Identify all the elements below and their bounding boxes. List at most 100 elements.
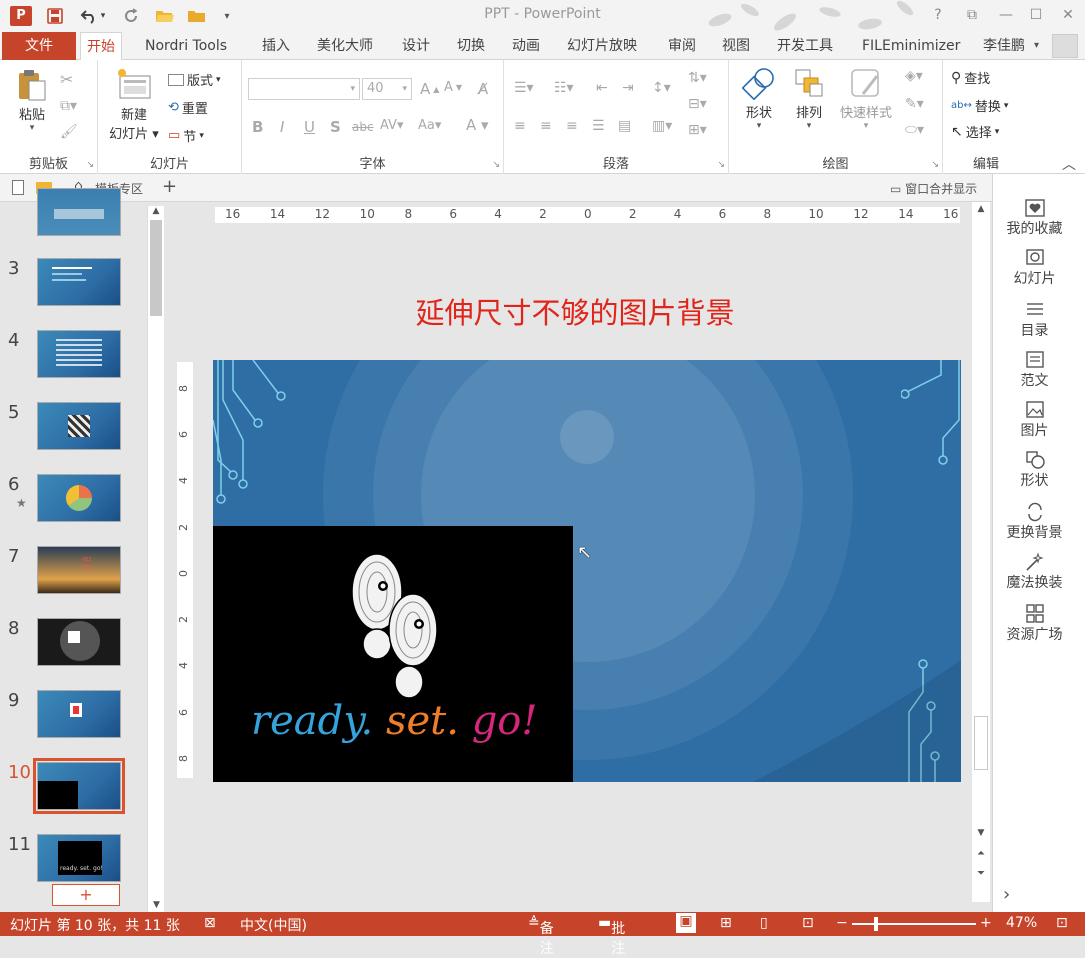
- quick-style-button[interactable]: 快速样式 ▾: [833, 66, 899, 131]
- reset-button[interactable]: ⟲ 重置: [168, 98, 208, 117]
- copy-icon[interactable]: ⧉▾: [60, 98, 77, 114]
- clear-format-icon[interactable]: A̸: [478, 80, 488, 98]
- layout-button[interactable]: 版式 ▾: [168, 70, 221, 89]
- slide-canvas[interactable]: ready. set. go!: [213, 360, 961, 782]
- text-direction-icon[interactable]: ⇅▾: [688, 70, 707, 86]
- comments-button[interactable]: ▬ 批注: [598, 915, 625, 957]
- slide-panel-scrollbar[interactable]: ▲ ▼: [147, 206, 164, 912]
- sample-item[interactable]: 范文: [993, 350, 1076, 390]
- scroll-down-icon[interactable]: ▼: [148, 900, 165, 910]
- slide-sorter-icon[interactable]: ⊞: [720, 915, 732, 931]
- add-slide-button[interactable]: +: [52, 884, 120, 906]
- tab-beautify[interactable]: 美化大师: [311, 32, 379, 60]
- zoom-out-icon[interactable]: −: [836, 915, 848, 931]
- slide-thumbnail[interactable]: [37, 618, 121, 666]
- shape-button[interactable]: 形状 ▾: [735, 66, 783, 131]
- help-button[interactable]: ?: [924, 4, 952, 26]
- ribbon-display-button[interactable]: ⧉: [958, 4, 986, 26]
- zoom-level[interactable]: 47%: [1006, 915, 1037, 931]
- smartart-icon[interactable]: ⊞▾: [688, 122, 707, 138]
- shadow-icon[interactable]: S: [330, 118, 341, 136]
- scroll-up-icon[interactable]: ▲: [972, 204, 990, 214]
- tab-view[interactable]: 视图: [716, 32, 756, 60]
- tab-home[interactable]: 开始: [80, 32, 122, 61]
- slide-row-9[interactable]: 9: [0, 690, 145, 750]
- ready-set-go-image[interactable]: ready. set. go!: [213, 526, 573, 782]
- grow-font-icon[interactable]: A ▲: [420, 80, 439, 98]
- new-doc-icon[interactable]: [12, 180, 24, 195]
- next-slide-icon[interactable]: ⏷: [972, 868, 990, 879]
- align-right-icon[interactable]: ≡: [566, 118, 578, 134]
- format-painter-icon[interactable]: 🖌: [60, 124, 78, 140]
- font-name-combo[interactable]: ▾: [248, 78, 360, 100]
- user-dropdown-icon[interactable]: ▾: [1034, 40, 1039, 51]
- reading-view-icon[interactable]: ▯: [760, 915, 768, 931]
- slide-row-10[interactable]: 10: [0, 758, 145, 822]
- shape-effects-icon[interactable]: ⬭▾: [905, 122, 924, 138]
- slide-thumbnail-selected[interactable]: [33, 758, 125, 814]
- slide-thumbnail[interactable]: [37, 474, 121, 522]
- merge-windows-button[interactable]: ▭ 窗口合并显示: [890, 180, 977, 197]
- justify-icon[interactable]: ☰: [592, 118, 605, 134]
- numbering-icon[interactable]: ☷▾: [554, 80, 574, 96]
- resource-square-item[interactable]: 资源广场: [993, 604, 1076, 644]
- slide-thumbnail[interactable]: [37, 258, 121, 306]
- slide-thumbnail[interactable]: 002 003: [37, 546, 121, 594]
- char-spacing-icon[interactable]: AV▾: [380, 118, 403, 133]
- paragraph-launcher-icon[interactable]: ↘: [717, 160, 725, 170]
- spelling-icon[interactable]: ⊠: [204, 915, 216, 931]
- cut-icon[interactable]: ✂: [60, 70, 73, 89]
- line-spacing-icon[interactable]: ↕▾: [652, 80, 671, 96]
- slide-row-5[interactable]: 5: [0, 402, 145, 462]
- slides-item[interactable]: 幻灯片: [993, 248, 1076, 288]
- tab-transitions[interactable]: 切换: [451, 32, 491, 60]
- bullets-icon[interactable]: ☰▾: [514, 80, 534, 96]
- shape-outline-icon[interactable]: ✎▾: [905, 96, 924, 112]
- slide-thumbnail[interactable]: [37, 188, 121, 236]
- slide-row-4[interactable]: 4: [0, 330, 145, 390]
- slideshow-icon[interactable]: ⊡: [802, 915, 814, 931]
- tab-animations[interactable]: 动画: [506, 32, 546, 60]
- scroll-thumb[interactable]: [150, 220, 162, 316]
- notes-button[interactable]: ≜ 备注: [528, 915, 554, 957]
- picture-item[interactable]: 图片: [993, 400, 1076, 440]
- shrink-font-icon[interactable]: A ▼: [444, 80, 462, 95]
- slide-row-7[interactable]: 7 002 003: [0, 546, 145, 606]
- tab-file[interactable]: 文件: [2, 32, 76, 60]
- tab-insert[interactable]: 插入: [256, 32, 296, 60]
- align-text-icon[interactable]: ⊟▾: [688, 96, 707, 112]
- tab-design[interactable]: 设计: [396, 32, 436, 60]
- italic-icon[interactable]: I: [280, 118, 284, 136]
- align-left-icon[interactable]: ≡: [514, 118, 526, 134]
- slide-thumbnail[interactable]: ready. set. go!: [37, 834, 121, 882]
- fit-slide-icon[interactable]: ⊡: [1056, 915, 1068, 931]
- add-tab-button[interactable]: +: [162, 176, 177, 197]
- avatar[interactable]: [1052, 34, 1078, 58]
- new-slide-button[interactable]: 新建 幻灯片 ▾: [104, 68, 164, 142]
- tab-developer[interactable]: 开发工具: [771, 32, 839, 60]
- arrange-button[interactable]: 排列 ▾: [785, 66, 833, 131]
- section-button[interactable]: ▭ 节 ▾: [168, 126, 204, 145]
- align-center-icon[interactable]: ≡: [540, 118, 552, 134]
- distribute-icon[interactable]: ▤: [618, 118, 631, 134]
- expand-pane-icon[interactable]: ›: [1003, 884, 1010, 905]
- tab-fileminimizer[interactable]: FILEminimizer: [856, 32, 966, 60]
- scroll-down-icon[interactable]: ▼: [972, 828, 990, 838]
- scroll-up-icon[interactable]: ▲: [148, 206, 164, 216]
- drawing-launcher-icon[interactable]: ↘: [931, 160, 939, 170]
- slide-row-6[interactable]: 6 ★: [0, 474, 145, 534]
- bold-icon[interactable]: B: [252, 118, 263, 136]
- maximize-button[interactable]: ☐: [1022, 4, 1050, 26]
- zoom-in-icon[interactable]: +: [980, 915, 992, 931]
- font-launcher-icon[interactable]: ↘: [492, 160, 500, 170]
- collapse-ribbon-icon[interactable]: ︿: [1062, 154, 1076, 174]
- slide-thumbnail[interactable]: [37, 402, 121, 450]
- language-indicator[interactable]: 中文(中国): [240, 915, 307, 935]
- slide-thumbnail[interactable]: [37, 330, 121, 378]
- shape-item[interactable]: 形状: [993, 450, 1076, 490]
- normal-view-icon[interactable]: ▣: [676, 913, 696, 933]
- change-background-item[interactable]: 更换背景: [993, 502, 1076, 542]
- replace-button[interactable]: ab↔ 替换 ▾: [951, 96, 1008, 115]
- shape-fill-icon[interactable]: ◈▾: [905, 68, 923, 84]
- tab-nordri-tools[interactable]: Nordri Tools: [139, 32, 233, 60]
